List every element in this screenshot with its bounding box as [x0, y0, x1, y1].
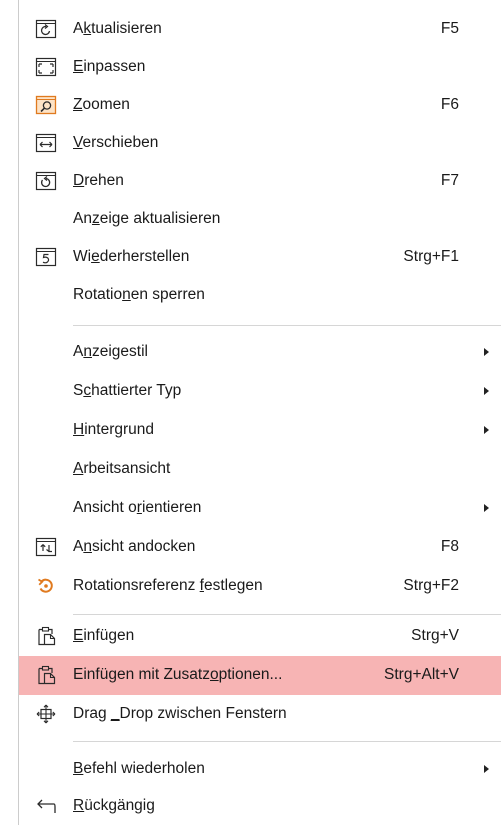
shortcut-label: Strg+F2 — [403, 577, 459, 594]
menu-item-zoomen[interactable]: Zoomen F6 — [19, 86, 501, 124]
menu-item-aktualisieren[interactable]: Aktualisieren F5 — [19, 10, 501, 48]
submenu-arrow-icon — [484, 765, 489, 773]
menu-item-rueckgaengig[interactable]: Rückgängig — [19, 787, 501, 825]
dock-icon — [35, 537, 57, 557]
menu-item-verschieben[interactable]: Verschieben — [19, 124, 501, 162]
pan-icon — [35, 133, 57, 153]
menu-item-arbeitsansicht[interactable]: Arbeitsansicht — [19, 450, 501, 488]
submenu-arrow-icon — [484, 348, 489, 356]
drag-drop-icon — [35, 704, 57, 724]
menu-item-einfuegen-mit-zusatzoptionen[interactable]: Einfügen mit Zusatzoptionen... Strg+Alt+… — [19, 656, 501, 695]
menu-item-einfuegen[interactable]: Einfügen Strg+V — [19, 617, 501, 655]
shortcut-label: F7 — [440, 172, 459, 189]
restore-icon — [35, 247, 57, 267]
menu-item-wiederherstellen[interactable]: Wiederherstellen Strg+F1 — [19, 238, 501, 276]
menu-item-drag-drop-zwischen-fenstern[interactable]: Drag _Drop zwischen Fenstern — [19, 695, 501, 733]
shortcut-label: F5 — [440, 20, 459, 37]
refresh-icon — [35, 19, 57, 39]
menu-item-hintergrund[interactable]: Hintergrund — [19, 411, 501, 449]
shortcut-label: Strg+F1 — [403, 248, 459, 265]
context-menu: Aktualisieren F5 Einpassen Zoomen F6 Ver… — [18, 0, 501, 825]
rotation-reference-icon — [35, 576, 57, 596]
submenu-arrow-icon — [484, 504, 489, 512]
menu-item-drehen[interactable]: Drehen F7 — [19, 162, 501, 200]
menu-item-ansicht-orientieren[interactable]: Ansicht orientieren — [19, 489, 501, 527]
submenu-arrow-icon — [484, 426, 489, 434]
shortcut-label: Strg+V — [411, 627, 459, 644]
submenu-arrow-icon — [484, 387, 489, 395]
menu-item-ansicht-andocken[interactable]: Ansicht andocken F8 — [19, 528, 501, 566]
menu-item-rotationsreferenz-festlegen[interactable]: Rotationsreferenz festlegen Strg+F2 — [19, 567, 501, 605]
paste-icon — [35, 626, 57, 646]
shortcut-label: F6 — [440, 96, 459, 113]
paste-special-icon — [35, 665, 57, 685]
rotate-icon — [35, 171, 57, 191]
menu-item-schattierter-typ[interactable]: Schattierter Typ — [19, 372, 501, 410]
undo-icon — [35, 796, 57, 816]
menu-item-anzeige-aktualisieren[interactable]: Anzeige aktualisieren — [19, 200, 501, 238]
menu-separator — [73, 614, 501, 615]
menu-item-anzeigestil[interactable]: Anzeigestil — [19, 333, 501, 371]
menu-item-einpassen[interactable]: Einpassen — [19, 48, 501, 86]
menu-item-rotationen-sperren[interactable]: Rotationen sperren — [19, 276, 501, 314]
menu-separator — [73, 325, 501, 326]
fit-icon — [35, 57, 57, 77]
shortcut-label: F8 — [440, 538, 459, 555]
menu-separator — [73, 741, 501, 742]
zoom-icon — [35, 95, 57, 115]
shortcut-label: Strg+Alt+V — [384, 666, 459, 683]
menu-item-befehl-wiederholen[interactable]: Befehl wiederholen — [19, 750, 501, 788]
